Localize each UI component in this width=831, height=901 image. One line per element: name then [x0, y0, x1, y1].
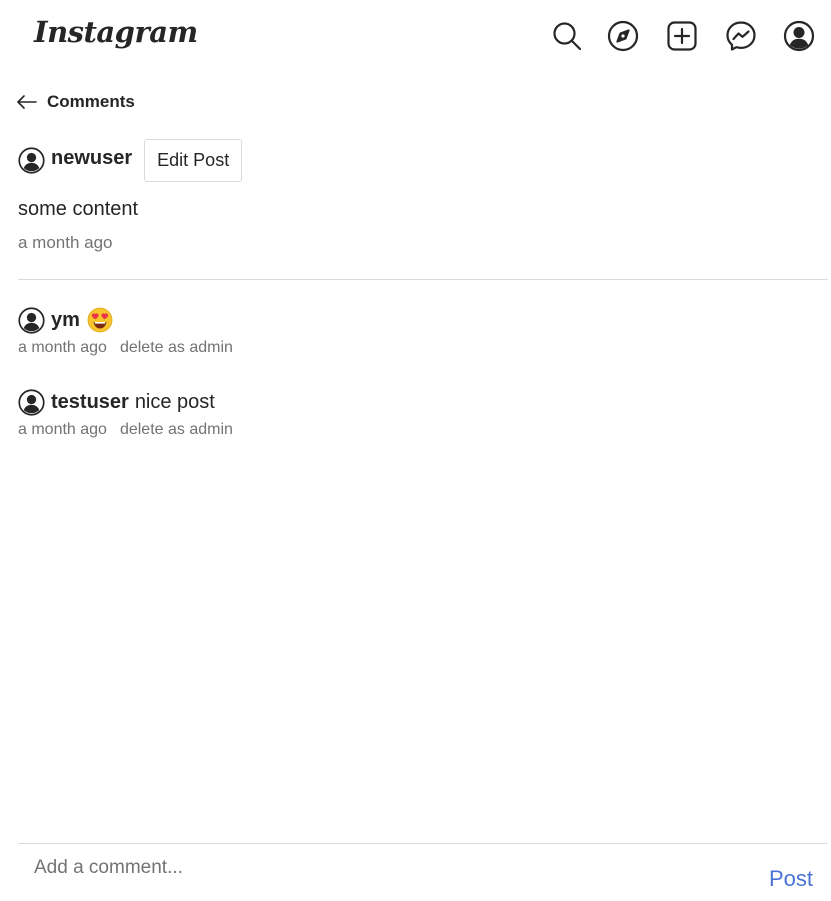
- comment-item: testuser nice post a month ago delete as…: [18, 387, 233, 439]
- page-title: Comments: [47, 92, 135, 111]
- comments-header: Comments: [16, 88, 135, 116]
- divider: [18, 843, 828, 844]
- avatar[interactable]: [18, 306, 45, 334]
- avatar[interactable]: [18, 388, 45, 416]
- comment-timestamp: a month ago: [18, 421, 107, 438]
- back-arrow-icon[interactable]: [16, 91, 38, 113]
- comment-body: ym: [18, 305, 233, 335]
- comments-page: Instagram Comments newuser Edit Post som…: [0, 0, 831, 901]
- divider: [18, 279, 828, 280]
- top-nav: Instagram: [0, 0, 831, 70]
- post-timestamp: a month ago: [18, 233, 113, 252]
- comment-body: testuser nice post: [18, 387, 233, 417]
- comment-username[interactable]: testuser: [51, 391, 129, 414]
- delete-as-admin-link[interactable]: delete as admin: [120, 421, 233, 439]
- post-header: newuser Edit Post: [18, 138, 243, 182]
- search-icon[interactable]: [550, 19, 584, 53]
- instagram-logo[interactable]: Instagram: [34, 12, 198, 52]
- avatar[interactable]: [18, 146, 45, 174]
- profile-icon[interactable]: [782, 19, 816, 53]
- comment-username[interactable]: ym: [51, 309, 80, 332]
- post-username[interactable]: newuser: [51, 147, 132, 170]
- edit-post-button[interactable]: Edit Post: [144, 138, 243, 182]
- post-comment-button[interactable]: Post: [769, 866, 813, 892]
- add-comment-input[interactable]: [18, 846, 738, 890]
- explore-icon[interactable]: [606, 19, 640, 53]
- new-post-icon[interactable]: [665, 19, 699, 53]
- messenger-icon[interactable]: [724, 19, 758, 53]
- delete-as-admin-link[interactable]: delete as admin: [120, 339, 233, 357]
- comment-meta: a month ago delete as admin: [18, 339, 233, 357]
- comment-item: ym a month ago delete as admin: [18, 305, 233, 357]
- comment-meta: a month ago delete as admin: [18, 421, 233, 439]
- comment-timestamp: a month ago: [18, 339, 107, 356]
- comment-text: nice post: [134, 390, 215, 413]
- post-content: some content: [18, 198, 139, 220]
- heart-eyes-emoji-icon: [87, 307, 113, 333]
